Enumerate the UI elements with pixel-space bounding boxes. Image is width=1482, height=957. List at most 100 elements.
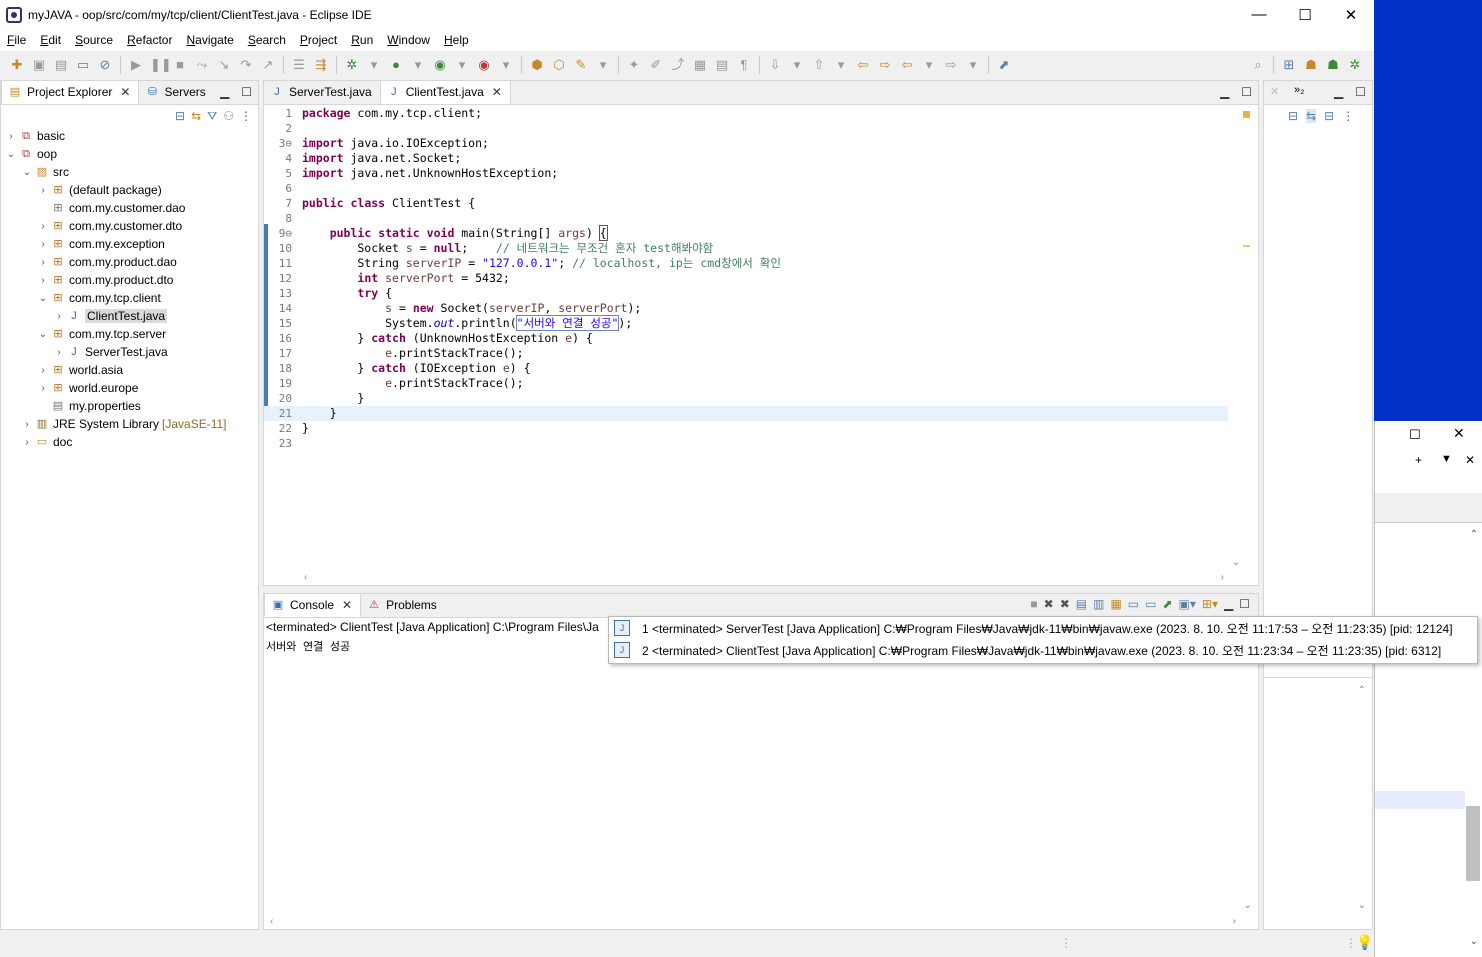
breadcrumb-toggle-icon[interactable]: ⤴ bbox=[670, 57, 686, 73]
scroll-up-arrow-icon[interactable]: ⌃ bbox=[1358, 685, 1366, 696]
clear-console-icon[interactable]: ▤ bbox=[1076, 597, 1087, 611]
menu-help[interactable]: Help bbox=[437, 33, 476, 47]
block-select-icon[interactable]: ▦ bbox=[692, 57, 708, 73]
scroll-left-arrow-icon[interactable]: ‹ bbox=[270, 916, 273, 927]
close-tab-icon[interactable]: ✕ bbox=[342, 598, 352, 612]
dropdown-icon[interactable]: ▼ bbox=[1441, 453, 1452, 465]
show-whitespace-icon[interactable]: ¶ bbox=[736, 57, 752, 73]
scroll-right-arrow-icon[interactable]: › bbox=[1221, 572, 1224, 583]
more-views-icon[interactable]: »₂ bbox=[1294, 84, 1304, 96]
scroll-down-arrow-icon[interactable]: ⌄ bbox=[1232, 557, 1240, 568]
save-all-icon[interactable]: ▤ bbox=[53, 57, 69, 73]
focus-icon[interactable]: ⚇ bbox=[223, 109, 234, 123]
minimize-button[interactable]: — bbox=[1236, 0, 1282, 29]
tree-item-servertest[interactable]: › J ServerTest.java bbox=[53, 343, 167, 361]
last-edit-location-icon[interactable]: ⇦ bbox=[855, 57, 871, 73]
collapse-icon[interactable]: ⊟ bbox=[1324, 109, 1334, 123]
chevron-right-icon[interactable]: › bbox=[53, 347, 65, 358]
scroll-lock-icon[interactable]: ▥ bbox=[1093, 597, 1104, 611]
toggle-mark-occurrences-icon[interactable]: ✦ bbox=[626, 57, 642, 73]
launch-item-servertest[interactable]: J 1 <terminated> ServerTest [Java Applic… bbox=[609, 617, 1477, 639]
tree-item-tcp-server[interactable]: ⌄ ⊞ com.my.tcp.server bbox=[37, 325, 166, 343]
step-into-icon[interactable]: ↘ bbox=[216, 57, 232, 73]
tree-item-world-asia[interactable]: › ⊞ world.asia bbox=[37, 361, 123, 379]
chevron-right-icon[interactable]: › bbox=[21, 419, 33, 430]
use-step-filters-icon[interactable]: ⇶ bbox=[313, 57, 329, 73]
tree-item-product-dto[interactable]: › ⊞ com.my.product.dto bbox=[37, 271, 173, 289]
minimize-view-icon[interactable]: ▁ bbox=[220, 85, 229, 99]
scroll-up-arrow-icon[interactable]: ⌃ bbox=[1470, 529, 1478, 540]
pin-editor-icon[interactable]: ⬈ bbox=[996, 57, 1012, 73]
remove-launch-icon[interactable]: ✖ bbox=[1044, 597, 1054, 611]
maximize-icon[interactable]: ☐ bbox=[1409, 427, 1421, 443]
minimize-view-icon[interactable]: ▁ bbox=[1224, 597, 1233, 611]
forward-icon[interactable]: ⇨ bbox=[943, 57, 959, 73]
coverage-icon[interactable]: ◉ bbox=[432, 57, 448, 73]
menu-run[interactable]: Run bbox=[344, 33, 380, 47]
next-annotation-dropdown-icon[interactable]: ▾ bbox=[789, 57, 805, 73]
close-icon[interactable]: ✕ bbox=[1453, 425, 1465, 442]
chevron-right-icon[interactable]: › bbox=[37, 275, 49, 286]
new-icon[interactable]: ✚ bbox=[9, 57, 25, 73]
add-icon[interactable]: + bbox=[1415, 453, 1422, 467]
overview-warning-marker[interactable] bbox=[1243, 111, 1250, 118]
toggle-edit-icon[interactable]: ✐ bbox=[648, 57, 664, 73]
run-icon[interactable]: ● bbox=[388, 57, 404, 73]
launch-item-clienttest[interactable]: J 2 <terminated> ClientTest [Java Applic… bbox=[609, 639, 1477, 661]
display-console-icon[interactable]: ▣▾ bbox=[1179, 597, 1196, 611]
search-tool-icon[interactable]: ✎ bbox=[573, 57, 589, 73]
chevron-right-icon[interactable]: › bbox=[37, 383, 49, 394]
debug-dropdown-icon[interactable]: ▾ bbox=[366, 57, 382, 73]
maximize-button[interactable]: ☐ bbox=[1282, 0, 1328, 29]
menu-file[interactable]: File bbox=[0, 33, 33, 47]
menu-window[interactable]: Window bbox=[380, 33, 437, 47]
code-editor[interactable]: 1 package com.my.tcp.client; 2 3⊖ import j… bbox=[264, 106, 1228, 569]
tab-console[interactable]: ▣ Console ✕ bbox=[264, 593, 362, 617]
maximize-view-icon[interactable]: ☐ bbox=[1241, 85, 1252, 99]
open-console-icon[interactable]: ⊞▾ bbox=[1202, 597, 1218, 611]
run-dropdown-icon[interactable]: ▾ bbox=[410, 57, 426, 73]
scroll-down-arrow-icon[interactable]: ⌄ bbox=[1470, 936, 1478, 947]
tree-item-product-dao[interactable]: › ⊞ com.my.product.dao bbox=[37, 253, 177, 271]
tree-item-default-package[interactable]: › ⊞ (default package) bbox=[37, 181, 161, 199]
filter-icon[interactable]: ⛛ bbox=[207, 109, 217, 124]
chevron-right-icon[interactable]: › bbox=[37, 221, 49, 232]
search-dropdown-icon[interactable]: ▾ bbox=[595, 57, 611, 73]
debug-perspective-icon[interactable]: ✲ bbox=[1347, 57, 1363, 73]
tree-item-tcp-client[interactable]: ⌄ ⊞ com.my.tcp.client bbox=[37, 289, 161, 307]
step-over-icon[interactable]: ↷ bbox=[238, 57, 254, 73]
forward-dropdown-icon[interactable]: ▾ bbox=[965, 57, 981, 73]
tab-servertest-java[interactable]: J ServerTest.java bbox=[264, 80, 380, 104]
chevron-right-icon[interactable]: › bbox=[5, 131, 17, 142]
java-perspective-icon[interactable]: ☗ bbox=[1325, 57, 1341, 73]
close-icon[interactable]: ✕ bbox=[1465, 453, 1475, 467]
chevron-right-icon[interactable]: › bbox=[37, 239, 49, 250]
external-tools-dropdown-icon[interactable]: ▾ bbox=[498, 57, 514, 73]
terminate-icon[interactable]: ■ bbox=[1030, 597, 1037, 611]
tree-item-exception[interactable]: › ⊞ com.my.exception bbox=[37, 235, 164, 253]
search-icon[interactable]: ⌕ bbox=[1250, 57, 1266, 73]
back-icon[interactable]: ⇦ bbox=[899, 57, 915, 73]
external-tools-icon[interactable]: ◉ bbox=[476, 57, 492, 73]
chevron-down-icon[interactable]: ⌄ bbox=[21, 167, 33, 178]
collapse-all-icon[interactable]: ⊟ bbox=[175, 109, 185, 123]
maximize-view-icon[interactable]: ☐ bbox=[1239, 597, 1250, 611]
new-package-icon[interactable]: ⬢ bbox=[529, 57, 545, 73]
menu-source[interactable]: Source bbox=[68, 33, 120, 47]
chevron-down-icon[interactable]: ⌄ bbox=[37, 329, 49, 340]
tab-project-explorer[interactable]: ▤ Project Explorer ✕ bbox=[1, 80, 140, 104]
suspend-icon[interactable]: ❚❚ bbox=[150, 57, 172, 73]
debug-icon[interactable]: ✲ bbox=[344, 57, 360, 73]
previous-annotation-dropdown-icon[interactable]: ▾ bbox=[833, 57, 849, 73]
tree-item-customer-dao[interactable]: ⊞ com.my.customer.dao bbox=[37, 199, 185, 217]
open-type-icon[interactable]: ⬡ bbox=[551, 57, 567, 73]
tree-item-oop[interactable]: ⌄ ⧉ oop bbox=[5, 145, 57, 163]
view-menu-icon[interactable]: ⋮ bbox=[1342, 109, 1354, 123]
chevron-right-icon[interactable]: › bbox=[37, 185, 49, 196]
close-tab-icon[interactable]: ✕ bbox=[120, 85, 130, 99]
tree-item-doc[interactable]: › ▭ doc bbox=[21, 433, 72, 451]
open-perspective-icon[interactable]: ⊞ bbox=[1281, 57, 1297, 73]
tree-item-customer-dto[interactable]: › ⊞ com.my.customer.dto bbox=[37, 217, 182, 235]
step-return-icon[interactable]: ↗ bbox=[260, 57, 276, 73]
menu-navigate[interactable]: Navigate bbox=[179, 33, 240, 47]
